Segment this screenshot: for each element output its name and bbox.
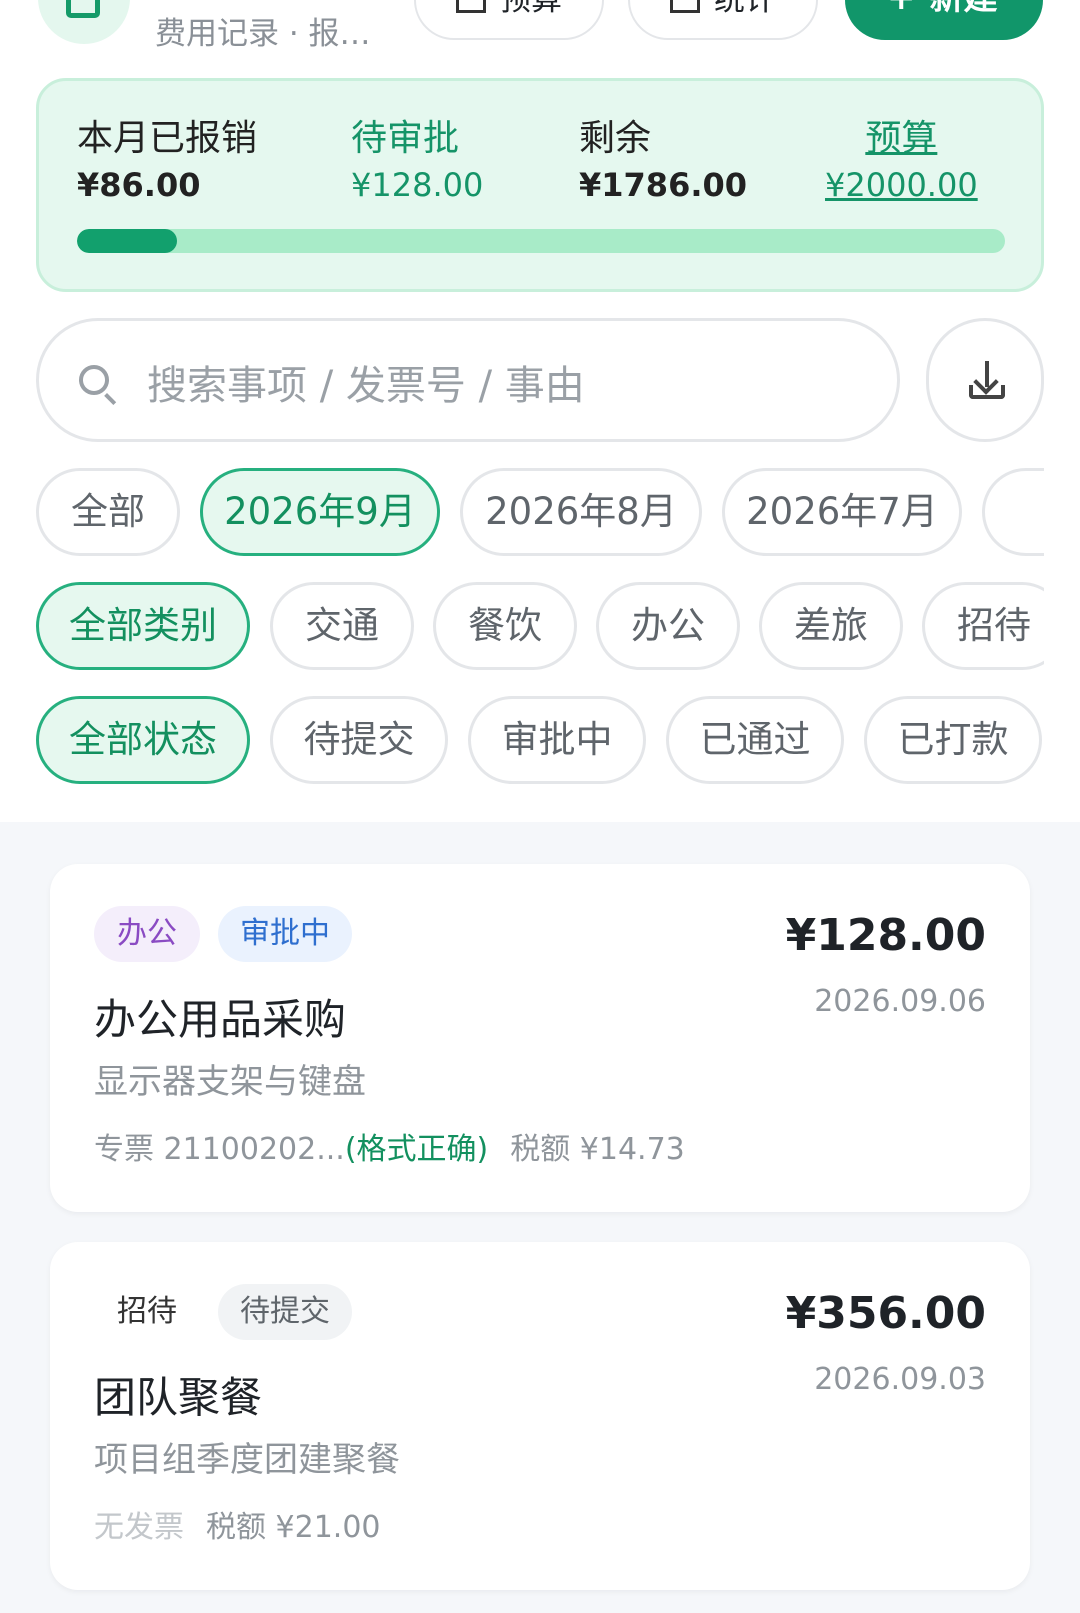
- reimbursed-value: ¥86.00: [77, 166, 201, 204]
- export-button[interactable]: [926, 318, 1044, 442]
- chip-status-approved[interactable]: 已通过: [666, 696, 844, 784]
- search-icon: [79, 365, 109, 395]
- document-icon: [66, 0, 100, 18]
- pending-stat: 待审批 ¥128.00: [351, 117, 483, 207]
- expense-description: 项目组季度团建聚餐: [94, 1440, 400, 1480]
- budget-value: ¥2000.00: [825, 166, 978, 204]
- chip-status-all[interactable]: 全部状态: [36, 696, 250, 784]
- expense-meta: 专票 21100202...(格式正确) 税额 ¥14.73: [94, 1124, 685, 1168]
- status-badge: 审批中: [218, 906, 352, 962]
- budget-label: 预算: [865, 118, 938, 159]
- budget-button[interactable]: 预算: [414, 0, 604, 40]
- budget-summary-card: 本月已报销 ¥86.00 待审批 ¥128.00 剩余 ¥1786.00 预算 …: [36, 78, 1044, 292]
- calculator-icon: [456, 0, 486, 13]
- expense-date: 2026.09.03: [814, 1362, 986, 1397]
- chip-category-all[interactable]: 全部类别: [36, 582, 250, 670]
- chip-month-2026-09[interactable]: 2026年9月: [200, 468, 440, 556]
- expense-title: 团队聚餐: [94, 1373, 263, 1422]
- chip-month-more[interactable]: [982, 468, 1044, 556]
- invoice-number: 专票 21100202...: [94, 1132, 345, 1167]
- remaining-value: ¥1786.00: [579, 166, 748, 204]
- budget-progress-fill: [77, 229, 177, 253]
- category-filter-row: 全部类别 交通 餐饮 办公 差旅 招待: [0, 582, 1044, 672]
- tax-amount: 税额 ¥21.00: [206, 1510, 381, 1545]
- expense-card[interactable]: 办公 审批中 办公用品采购 显示器支架与键盘 专票 21100202...(格式…: [50, 864, 1030, 1212]
- month-filter-row: 全部 2026年9月 2026年8月 2026年7月: [0, 468, 1044, 558]
- chip-month-2026-08[interactable]: 2026年8月: [460, 468, 702, 556]
- expense-card[interactable]: 招待 待提交 团队聚餐 项目组季度团建聚餐 无发票 税额 ¥21.00 ¥356.…: [50, 1242, 1030, 1590]
- new-record-label: 新建: [930, 0, 998, 18]
- expense-list: 办公 审批中 办公用品采购 显示器支架与键盘 专票 21100202...(格式…: [0, 822, 1080, 1613]
- chip-category-travel[interactable]: 差旅: [759, 582, 903, 670]
- chip-month-2026-07[interactable]: 2026年7月: [722, 468, 962, 556]
- chip-category-office[interactable]: 办公: [596, 582, 740, 670]
- expense-amount: ¥128.00: [785, 910, 986, 961]
- new-record-button[interactable]: + 新建: [845, 0, 1043, 40]
- header-subtitle: 费用记录 · 报…: [155, 16, 371, 52]
- category-tag: 办公: [94, 906, 200, 962]
- budget-link[interactable]: 预算 ¥2000.00: [825, 117, 978, 207]
- expense-title: 办公用品采购: [94, 995, 347, 1044]
- app-header: 费用记录 · 报… 预算 统计 + 新建: [0, 0, 1080, 70]
- expense-description: 显示器支架与键盘: [94, 1062, 366, 1102]
- invoice-number: 无发票: [94, 1510, 184, 1545]
- chip-category-dining[interactable]: 餐饮: [433, 582, 577, 670]
- pending-value: ¥128.00: [351, 166, 484, 204]
- chip-month-all[interactable]: 全部: [36, 468, 180, 556]
- chart-icon: [670, 0, 700, 13]
- budget-button-label: 预算: [500, 0, 562, 18]
- chip-category-entertainment[interactable]: 招待: [922, 582, 1044, 670]
- remaining-label: 剩余: [579, 118, 652, 159]
- expense-amount: ¥356.00: [785, 1288, 986, 1339]
- stats-button-label: 统计: [714, 0, 776, 18]
- remaining-stat: 剩余 ¥1786.00: [579, 117, 747, 207]
- tax-amount: 税额 ¥14.73: [510, 1132, 685, 1167]
- chip-status-draft[interactable]: 待提交: [270, 696, 448, 784]
- chip-category-transport[interactable]: 交通: [270, 582, 414, 670]
- app-logo: [38, 0, 130, 44]
- category-tag: 招待: [117, 1294, 177, 1329]
- invoice-format-note: (格式正确): [344, 1132, 489, 1167]
- chip-status-reviewing[interactable]: 审批中: [468, 696, 646, 784]
- search-placeholder: 搜索事项 / 发票号 / 事由: [147, 363, 585, 409]
- budget-progress-bar: [77, 229, 1005, 253]
- plus-icon: +: [887, 0, 916, 18]
- expense-meta: 无发票 税额 ¥21.00: [94, 1502, 381, 1546]
- download-icon: [985, 361, 989, 387]
- chip-status-paid[interactable]: 已打款: [864, 696, 1042, 784]
- pending-label: 待审批: [351, 118, 460, 159]
- reimbursed-stat: 本月已报销 ¥86.00: [77, 117, 257, 207]
- search-input[interactable]: 搜索事项 / 发票号 / 事由: [36, 318, 900, 442]
- status-filter-row: 全部状态 待提交 审批中 已通过 已打款: [0, 696, 1044, 786]
- expense-date: 2026.09.06: [814, 984, 986, 1019]
- stats-button[interactable]: 统计: [628, 0, 818, 40]
- reimbursed-label: 本月已报销: [77, 118, 258, 159]
- status-badge: 待提交: [218, 1284, 352, 1340]
